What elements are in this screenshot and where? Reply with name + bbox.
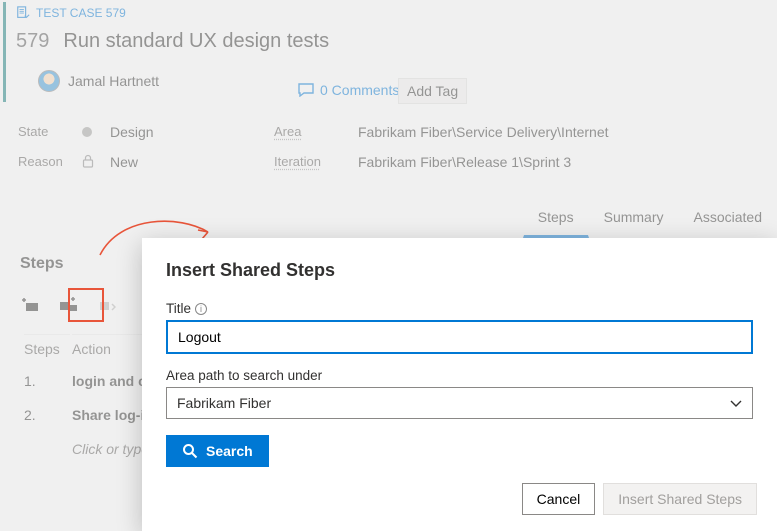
cancel-button[interactable]: Cancel: [522, 483, 596, 515]
search-label: Search: [206, 443, 253, 459]
insert-shared-steps-submit: Insert Shared Steps: [603, 483, 757, 515]
title-input[interactable]: [166, 320, 753, 354]
dialog-heading: Insert Shared Steps: [166, 260, 753, 281]
insert-shared-steps-dialog: Insert Shared Steps Title i Area path to…: [142, 238, 777, 531]
annotation-highlight: [68, 288, 104, 322]
info-icon[interactable]: i: [195, 303, 207, 315]
area-path-label: Area path to search under: [166, 368, 322, 383]
chevron-down-icon: [729, 397, 743, 411]
area-path-select[interactable]: Fabrikam Fiber: [166, 387, 753, 419]
area-path-value: Fabrikam Fiber: [166, 387, 753, 419]
search-icon: [182, 443, 198, 459]
search-button[interactable]: Search: [166, 435, 269, 467]
title-label: Title: [166, 301, 191, 316]
